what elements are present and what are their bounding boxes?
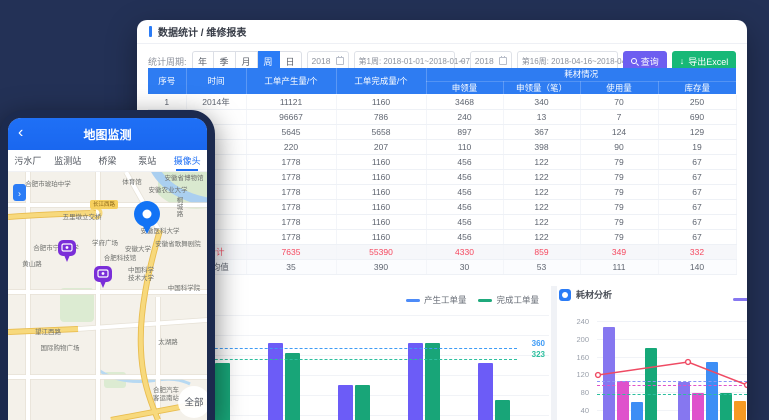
map-label: 安徽省博物馆 xyxy=(165,173,205,182)
bar xyxy=(285,353,300,420)
map-label: 合肥汽车 xyxy=(153,385,180,394)
average-row: 平均值353903053111140 xyxy=(148,259,736,274)
map-label: 路 xyxy=(177,209,184,218)
col-group-consumables: 耗材情况 xyxy=(426,68,736,81)
table-row: 2202071103989019 xyxy=(148,139,736,154)
map-label: 合肥市琥珀中学 xyxy=(25,179,71,188)
table-row: 12014年111211160346834070250 xyxy=(148,94,736,109)
map-label: 望江西路 xyxy=(35,327,62,336)
table-row: 177811604561227967 xyxy=(148,214,736,229)
svg-text:›: › xyxy=(18,189,21,199)
col-header-completed: 工单完成量/个 xyxy=(336,68,426,94)
table-row: 177811604561227967 xyxy=(148,229,736,244)
legend-item[interactable]: 产生工单量 xyxy=(406,294,467,306)
legend-item[interactable]: 完成工单量 xyxy=(478,294,539,306)
col-header-index: 序号 xyxy=(148,68,186,94)
report-table: 序号 时间 工单产生量/个 工单完成量/个 耗材情况 申领量 申领量（笔） 使用… xyxy=(148,68,737,275)
map-label: 城 xyxy=(177,203,184,211)
period-label: 统计周期: xyxy=(148,55,187,68)
map-label: 太湖路 xyxy=(158,337,178,346)
bar xyxy=(338,385,353,420)
map-label: 体育馆 xyxy=(122,177,142,186)
phone-tab[interactable]: 污水厂 xyxy=(8,150,48,171)
bar xyxy=(268,343,283,420)
reference-line-label: 360 xyxy=(532,339,545,348)
map-label: 客运南站 xyxy=(153,393,180,402)
map-label: 五里墩立交桥 xyxy=(63,212,103,221)
consumable-chart-title-text: 耗材分析 xyxy=(576,288,612,301)
legend-swatch xyxy=(406,299,420,302)
bar xyxy=(215,363,230,420)
table-row: 177811604561227967 xyxy=(148,169,736,184)
map-label: 长江西路 xyxy=(93,200,116,208)
table-row: 177811604561227967 xyxy=(148,154,736,169)
map-label: 黄山路 xyxy=(22,259,42,268)
map-label: 合肥科技馆 xyxy=(104,253,137,262)
breadcrumb-accent xyxy=(149,26,152,37)
bar xyxy=(478,363,493,420)
calendar-icon xyxy=(336,57,344,65)
phone-tab[interactable]: 监测站 xyxy=(48,150,88,171)
total-row: 合计7635553904330859349332 xyxy=(148,244,736,259)
start-year-value: 2018 xyxy=(312,56,331,66)
phone-header: ‹ 地图监测 xyxy=(8,118,207,150)
map-view[interactable]: 合肥市琥珀中学体育馆安徽农业大学安徽省博物馆长江西路五里墩立交桥桐城路安徽医科大… xyxy=(8,172,207,420)
svg-text:全部: 全部 xyxy=(184,397,203,409)
map-label: 技术大学 xyxy=(128,273,155,282)
export-button-label: 导出Excel xyxy=(688,55,728,68)
back-icon[interactable]: ‹ xyxy=(18,118,23,148)
map-label: 中国科学 xyxy=(128,265,155,274)
table-row: 177811604561227967 xyxy=(148,199,736,214)
bar xyxy=(408,343,423,420)
phone-tab[interactable]: 桥梁 xyxy=(88,150,128,171)
consumable-chart-legend-dash xyxy=(733,298,747,301)
map-canvas[interactable]: 合肥市琥珀中学体育馆安徽农业大学安徽省博物馆长江西路五里墩立交桥桐城路安徽医科大… xyxy=(8,172,207,420)
map-label: 桐 xyxy=(177,195,184,204)
phone-title: 地图监测 xyxy=(83,126,131,143)
map-label: 安徽农业大学 xyxy=(149,185,189,194)
map-label: 安徽省歌舞剧院 xyxy=(155,239,201,248)
subcol-header-3: 使用量 xyxy=(580,81,658,94)
map-label: 安徽大学 xyxy=(125,244,152,253)
calendar-icon xyxy=(499,57,507,65)
trend-line xyxy=(557,286,747,420)
bar xyxy=(425,343,440,420)
legend-swatch xyxy=(478,299,492,302)
subcol-header-4: 库存量 xyxy=(658,81,736,94)
phone-tab-bar: 污水厂监测站桥梁泵站摄像头 xyxy=(8,150,207,172)
col-header-time: 时间 xyxy=(186,68,246,94)
map-label: 学府广场 xyxy=(92,238,119,247)
chart-legend: 产生工单量完成工单量 xyxy=(406,294,539,306)
consumable-chart: 耗材分析 2402001601208040 xyxy=(557,286,747,420)
download-icon: ↓ xyxy=(680,57,685,66)
col-header-created: 工单产生量/个 xyxy=(246,68,336,94)
bar xyxy=(495,400,510,420)
table-row: 56455658897367124129 xyxy=(148,124,736,139)
pie-chart-icon xyxy=(559,289,571,301)
search-button-label: 查询 xyxy=(641,55,659,68)
bar xyxy=(355,385,370,420)
breadcrumb-bar: 数据统计 / 维修报表 xyxy=(137,20,747,44)
consumable-chart-title: 耗材分析 xyxy=(559,288,612,301)
range-separator: ~ xyxy=(460,56,465,66)
breadcrumb: 数据统计 / 维修报表 xyxy=(158,24,246,39)
dashboard-card: 数据统计 / 维修报表 统计周期: 年季月周日 2018 第1周: 2018-0… xyxy=(137,20,747,420)
subcol-header-2: 申领量（笔） xyxy=(503,81,580,94)
end-year-value: 2018 xyxy=(475,56,494,66)
phone-mockup: ‹ 地图监测 污水厂监测站桥梁泵站摄像头 xyxy=(0,110,215,420)
map-label: 国际购物广场 xyxy=(41,343,81,352)
phone-tab[interactable]: 摄像头 xyxy=(167,150,207,171)
phone-screen: ‹ 地图监测 污水厂监测站桥梁泵站摄像头 xyxy=(8,118,207,420)
map-label: 中国科学院 xyxy=(168,283,201,292)
map-expander[interactable]: › xyxy=(13,184,26,201)
subcol-header-1: 申领量 xyxy=(426,81,503,94)
table-row: 177811604561227967 xyxy=(148,184,736,199)
phone-tab[interactable]: 泵站 xyxy=(127,150,167,171)
reference-line-label: 323 xyxy=(532,350,545,359)
table-row: 96667786240137690 xyxy=(148,109,736,124)
search-icon xyxy=(631,58,637,64)
